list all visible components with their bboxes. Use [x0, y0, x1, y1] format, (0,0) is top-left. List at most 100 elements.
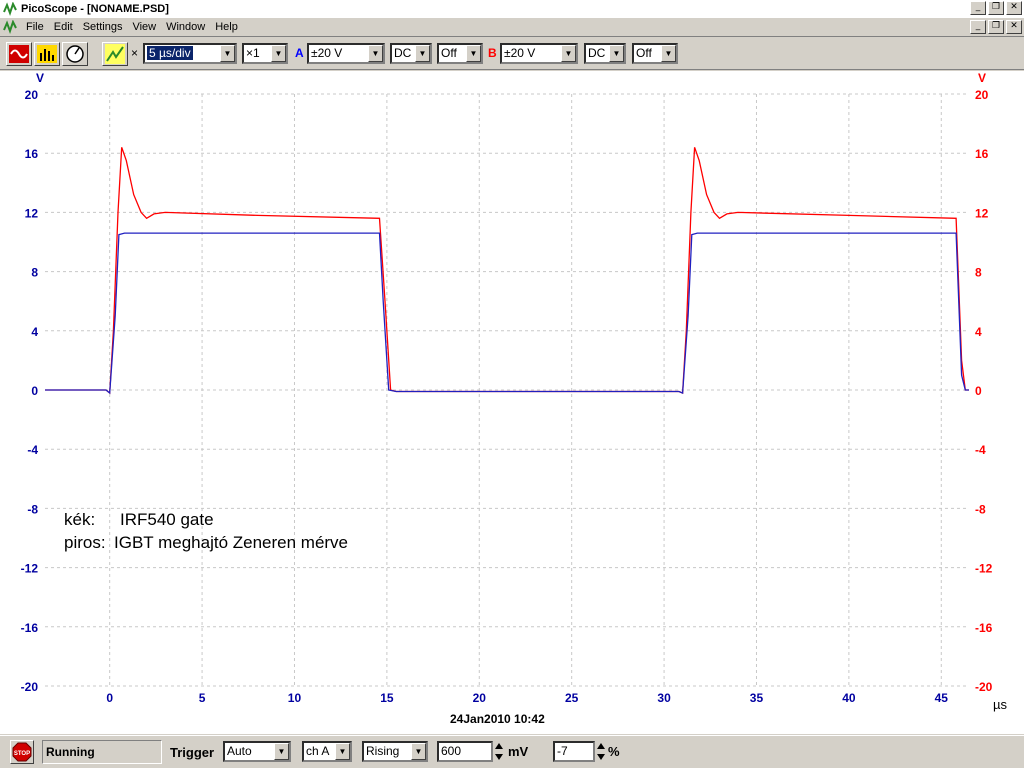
chevron-down-icon[interactable]: ▼ — [561, 45, 576, 62]
menu-bar: File Edit Settings View Window Help _ ❐ … — [0, 18, 1024, 37]
x-tick-label: 10 — [288, 691, 302, 705]
stop-button[interactable]: STOP — [10, 740, 34, 764]
chevron-down-icon[interactable]: ▼ — [661, 45, 676, 62]
trigger-level-unit: mV — [508, 744, 529, 759]
trigger-level-input[interactable]: 600 — [437, 741, 503, 762]
menu-edit[interactable]: Edit — [49, 21, 78, 33]
chevron-down-icon[interactable]: ▼ — [335, 743, 350, 760]
close-button[interactable]: ✕ — [1006, 1, 1022, 15]
child-close-button[interactable]: ✕ — [1006, 20, 1022, 34]
y-tick-label-right: 8 — [975, 266, 982, 280]
channel-b-filter-value: Off — [636, 46, 652, 60]
annotation-line1-value: IRF540 gate — [120, 510, 214, 529]
chevron-down-icon[interactable]: ▼ — [411, 743, 426, 760]
chevron-down-icon[interactable]: ▼ — [466, 45, 481, 62]
chevron-down-icon[interactable]: ▼ — [271, 45, 286, 62]
trigger-level-value: 600 — [441, 744, 462, 758]
y-tick-label-left: -12 — [21, 562, 39, 576]
menu-window[interactable]: Window — [161, 21, 210, 33]
x-tick-label: 15 — [380, 691, 394, 705]
menu-file[interactable]: File — [21, 21, 49, 33]
menu-help[interactable]: Help — [210, 21, 243, 33]
chevron-down-icon[interactable]: ▼ — [609, 45, 624, 62]
spectrum-mode-button[interactable] — [34, 42, 60, 66]
multiplier-select[interactable]: ×1 ▼ — [242, 43, 288, 64]
channel-a-coupling-select[interactable]: DC ▼ — [390, 43, 432, 64]
channel-b-filter-select[interactable]: Off ▼ — [632, 43, 678, 64]
trigger-mode-select[interactable]: Auto ▼ — [223, 741, 291, 762]
scope-mode-button[interactable] — [6, 42, 32, 66]
meter-mode-button[interactable] — [62, 42, 88, 66]
y-tick-label-right: 0 — [975, 384, 982, 398]
trigger-channel-select[interactable]: ch A ▼ — [302, 741, 352, 762]
y-tick-label-right: -12 — [975, 562, 993, 576]
child-minimize-button[interactable]: _ — [970, 20, 986, 34]
x-tick-label: 35 — [750, 691, 764, 705]
pretrigger-input[interactable]: -7 — [553, 741, 605, 762]
trigger-edge-value: Rising — [366, 744, 400, 758]
traces — [45, 147, 969, 395]
timebase-select[interactable]: 5 µs/div ▼ — [143, 43, 237, 64]
minimize-button[interactable]: _ — [970, 1, 986, 15]
auto-setup-button[interactable] — [102, 42, 128, 66]
channel-b-label: B — [488, 46, 497, 60]
toolbar: × 5 µs/div ▼ ×1 ▼ A ±20 V ▼ DC ▼ Off ▼ B… — [0, 38, 1024, 70]
channel-a-filter-select[interactable]: Off ▼ — [437, 43, 483, 64]
trigger-edge-select[interactable]: Rising ▼ — [362, 741, 428, 762]
trigger-channel-value: ch A — [306, 744, 330, 758]
y-axis-left: -20 -16 -12 -8 -4 0 4 8 12 16 20 — [21, 88, 39, 694]
x-tick-label: 45 — [935, 691, 949, 705]
pretrigger-unit: % — [608, 744, 620, 759]
chevron-down-icon[interactable]: ▼ — [220, 45, 235, 62]
y-tick-label-left: 20 — [25, 88, 39, 102]
chevron-down-icon[interactable]: ▼ — [415, 45, 430, 62]
channel-b-range-value: ±20 V — [504, 46, 536, 60]
capture-timestamp: 24Jan2010 10:42 — [450, 712, 545, 726]
x-axis: 0 5 10 15 20 25 30 35 40 45 — [106, 691, 948, 705]
scope-waveform-icon — [9, 45, 29, 63]
x-tick-label: 30 — [657, 691, 671, 705]
channel-b-range-select[interactable]: ±20 V ▼ — [500, 43, 578, 64]
y-tick-label-left: 16 — [25, 147, 39, 161]
status-bar: STOP Running Trigger Auto ▼ ch A ▼ Risin… — [0, 735, 1024, 768]
channel-a-filter-value: Off — [441, 46, 457, 60]
waveform-chart[interactable]: -20 -16 -12 -8 -4 0 4 8 12 16 20 -20 -16 -12 -8 -4 0 4 8 1… — [0, 71, 1024, 734]
y-tick-label-right: 12 — [975, 206, 989, 220]
svg-text:STOP: STOP — [14, 751, 30, 757]
menu-view[interactable]: View — [127, 21, 161, 33]
channel-a-range-select[interactable]: ±20 V ▼ — [307, 43, 385, 64]
oscilloscope-plot[interactable]: -20 -16 -12 -8 -4 0 4 8 12 16 20 -20 -16 -12 -8 -4 0 4 8 1… — [0, 71, 1024, 734]
spinner-arrows-icon[interactable] — [595, 741, 607, 762]
timebase-value: 5 µs/div — [147, 46, 193, 60]
y-tick-label-left: 0 — [31, 384, 38, 398]
y-tick-label-right: -16 — [975, 621, 993, 635]
y-tick-label-left: -4 — [27, 443, 38, 457]
x-tick-label: 5 — [199, 691, 206, 705]
y-tick-label-left: 12 — [25, 206, 39, 220]
document-icon[interactable] — [3, 20, 17, 34]
restore-button[interactable]: ❐ — [988, 1, 1004, 15]
channel-b-coupling-select[interactable]: DC ▼ — [584, 43, 626, 64]
trace-channel-a — [45, 232, 969, 395]
right-axis-unit: V — [978, 71, 986, 85]
meter-gauge-icon — [66, 45, 84, 63]
trigger-mode-value: Auto — [227, 744, 252, 758]
y-tick-label-left: 8 — [31, 266, 38, 280]
zoom-x-mark: × — [131, 46, 139, 60]
menu-settings[interactable]: Settings — [78, 21, 128, 33]
chevron-down-icon[interactable]: ▼ — [368, 45, 383, 62]
child-restore-button[interactable]: ❐ — [988, 20, 1004, 34]
x-tick-label: 25 — [565, 691, 579, 705]
picoscope-icon — [3, 2, 17, 16]
y-tick-label-right: -20 — [975, 680, 993, 694]
chevron-down-icon[interactable]: ▼ — [274, 743, 289, 760]
y-tick-label-right: -8 — [975, 502, 986, 516]
x-axis-unit: µs — [993, 697, 1007, 712]
spinner-arrows-icon[interactable] — [493, 741, 505, 762]
run-state: Running — [42, 740, 162, 764]
x-tick-label: 0 — [106, 691, 113, 705]
trace-channel-b — [45, 147, 969, 395]
annotation-line2-key: piros: — [64, 533, 106, 552]
x-tick-label: 40 — [842, 691, 856, 705]
channel-a-coupling-value: DC — [394, 46, 412, 60]
